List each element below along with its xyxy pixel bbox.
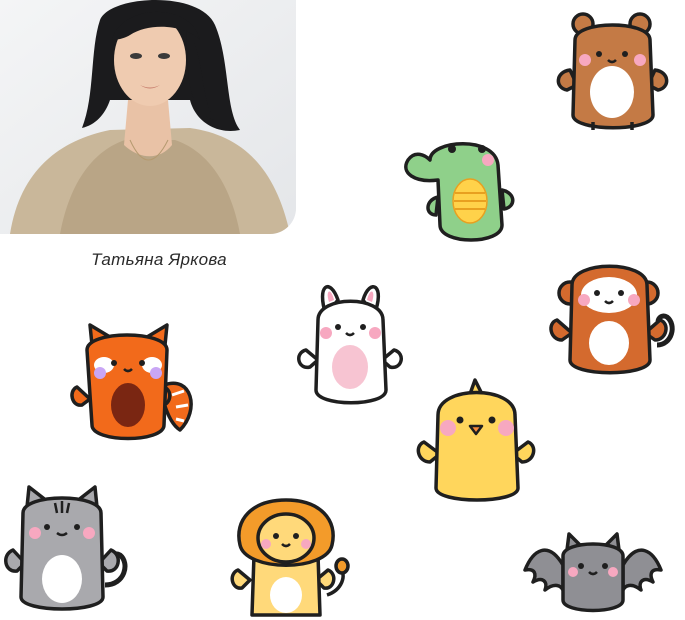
bat-sticker bbox=[523, 530, 663, 615]
monkey-sticker bbox=[549, 255, 682, 380]
crocodile-sticker bbox=[400, 135, 520, 250]
lion-sticker bbox=[230, 498, 357, 620]
portrait-caption: Татьяна Яркова bbox=[91, 250, 227, 269]
chick-sticker bbox=[416, 378, 536, 505]
bear-sticker bbox=[555, 10, 670, 135]
red-panda-sticker bbox=[70, 323, 197, 445]
portrait-photo bbox=[0, 0, 296, 234]
cat-sticker bbox=[4, 485, 140, 615]
bunny-sticker bbox=[297, 275, 403, 410]
